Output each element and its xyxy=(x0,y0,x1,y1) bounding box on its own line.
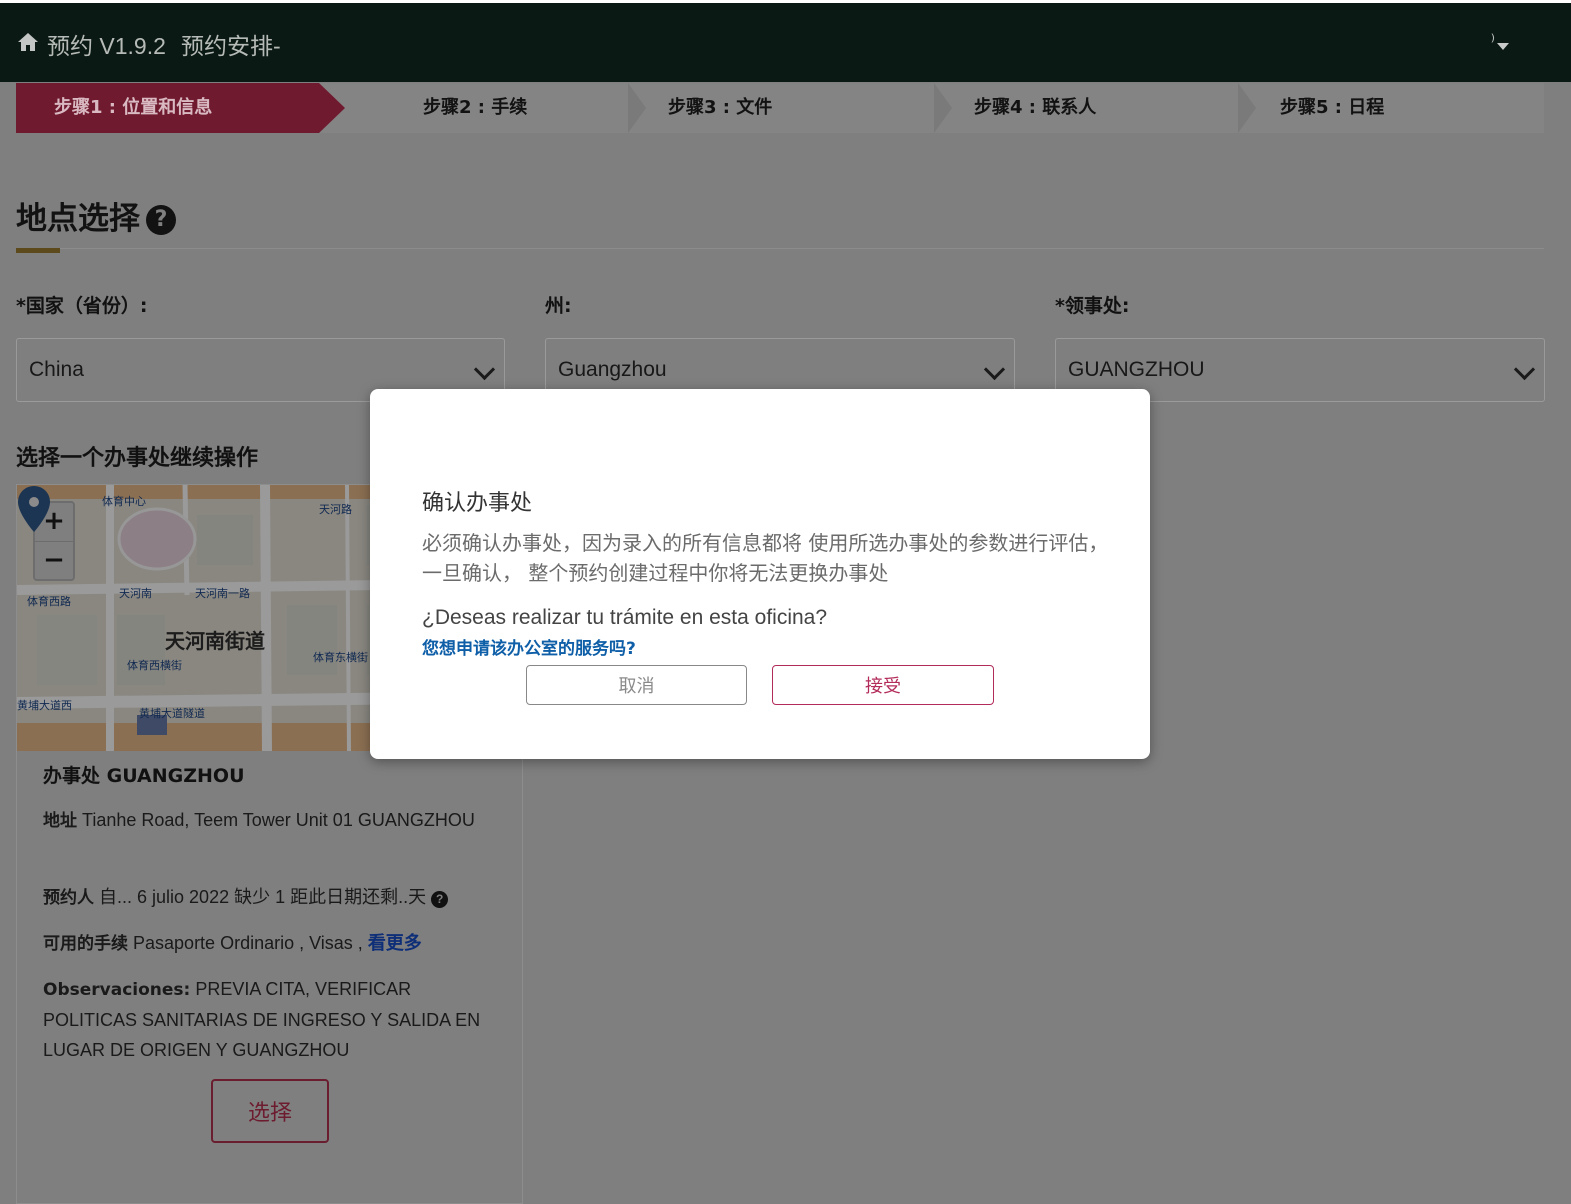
map-district-label: 天河南街道 xyxy=(165,629,265,653)
help-icon[interactable]: ? xyxy=(431,891,449,908)
see-more-link[interactable]: 看更多 xyxy=(368,933,422,953)
home-icon[interactable] xyxy=(16,30,40,54)
map-street-label: 黄埔大道西 xyxy=(17,699,72,712)
map-street-label: 体育中心 xyxy=(102,495,146,508)
select-office-button[interactable]: 选择 xyxy=(211,1079,329,1143)
chevron-down-icon xyxy=(983,358,1006,381)
zoom-out-button[interactable]: − xyxy=(35,542,73,580)
office-notes: Observaciones: PREVIA CITA, VERIFICAR PO… xyxy=(43,974,483,1065)
map-street-label: 天河南一路 xyxy=(195,587,250,600)
top-navbar: 预约 V1.9.2 预约安排- ⁾ xyxy=(0,0,1571,82)
map-pin-icon[interactable] xyxy=(17,485,51,533)
chevron-down-icon xyxy=(473,358,496,381)
step-1-label: 步骤1 : 位置和信息 xyxy=(54,97,213,118)
office-booking: 预约人 自... 6 julio 2022 缺少 1 距此日期还剩..天 ? xyxy=(43,882,483,913)
modal-question-translation: 您想申请该办公室的服务吗? xyxy=(422,639,636,659)
notes-label: Observaciones: xyxy=(43,980,191,1000)
step-2[interactable]: 步骤2 : 手续 xyxy=(423,83,527,133)
offices-subtitle: 选择一个办事处继续操作 xyxy=(16,446,259,471)
step-1[interactable]: 步骤1 : 位置和信息 xyxy=(16,83,345,133)
consulate-label: *领事处: xyxy=(1055,295,1130,317)
map-street-label: 天河南 xyxy=(119,587,152,600)
caret-down-icon[interactable] xyxy=(1497,43,1509,50)
title-accent-bar xyxy=(16,248,60,253)
app-brand[interactable]: 预约 V1.9.2 xyxy=(47,27,166,61)
address-label: 地址 xyxy=(43,811,77,831)
step-5[interactable]: 步骤5 : 日程 xyxy=(1280,83,1384,133)
country-select-value: China xyxy=(29,358,84,381)
country-label: *国家（省份）: xyxy=(16,295,148,317)
map-street-label: 体育东横街 xyxy=(313,651,368,664)
section-title-text: 地点选择 xyxy=(16,201,140,237)
address-value: Tianhe Road, Teem Tower Unit 01 GUANGZHO… xyxy=(82,810,475,830)
modal-question: ¿Deseas realizar tu trámite en esta ofic… xyxy=(422,606,828,629)
state-select-value: Guangzhou xyxy=(558,358,667,381)
step-divider xyxy=(934,83,952,133)
booking-label: 预约人 xyxy=(43,888,94,908)
state-label: 州: xyxy=(545,295,572,317)
map-street-label: 黄埔大道隧道 xyxy=(139,707,205,720)
step-divider xyxy=(1238,83,1256,133)
map-street-label: 体育西路 xyxy=(27,595,71,608)
help-icon[interactable]: ? xyxy=(146,205,176,235)
cancel-button[interactable]: 取消 xyxy=(526,665,747,705)
step-3-label: 步骤3 : 文件 xyxy=(668,97,773,118)
map-street-label: 天河路 xyxy=(319,503,352,516)
step-4-label: 步骤4 : 联系人 xyxy=(974,97,1097,118)
map-street-label: 体育西横街 xyxy=(127,659,182,672)
confirm-office-modal: 确认办事处 必须确认办事处，因为录入的所有信息都将 使用所选办事处的参数进行评估… xyxy=(370,389,1150,759)
step-4[interactable]: 步骤4 : 联系人 xyxy=(974,83,1096,133)
divider xyxy=(16,248,1544,249)
booking-value: 自... 6 julio 2022 缺少 1 距此日期还剩..天 xyxy=(99,887,427,907)
office-procedures: 可用的手续 Pasaporte Ordinario , Visas , 看更多 xyxy=(43,928,483,959)
procedures-label: 可用的手续 xyxy=(43,934,128,954)
consulate-select-value: GUANGZHOU xyxy=(1068,358,1205,381)
step-5-label: 步骤5 : 日程 xyxy=(1280,97,1385,118)
user-menu[interactable]: ⁾ xyxy=(1491,31,1495,52)
accept-button[interactable]: 接受 xyxy=(772,665,994,705)
office-name: 办事处 GUANGZHOU xyxy=(43,765,245,787)
procedures-value: Pasaporte Ordinario , Visas , xyxy=(133,933,363,953)
office-address: 地址 Tianhe Road, Teem Tower Unit 01 GUANG… xyxy=(43,805,483,836)
modal-body: 必须确认办事处，因为录入的所有信息都将 使用所选办事处的参数进行评估，一旦确认，… xyxy=(422,531,1109,585)
modal-title: 确认办事处 xyxy=(422,491,533,516)
step-2-label: 步骤2 : 手续 xyxy=(423,97,528,118)
step-progress: 步骤1 : 位置和信息 步骤2 : 手续 步骤3 : 文件 步骤4 : 联系人 … xyxy=(16,83,1544,133)
page-title: 预约安排- xyxy=(181,33,281,59)
step-3[interactable]: 步骤3 : 文件 xyxy=(668,83,772,133)
chevron-down-icon xyxy=(1513,358,1536,381)
section-title: 地点选择? xyxy=(16,193,176,238)
step-divider xyxy=(628,83,646,133)
